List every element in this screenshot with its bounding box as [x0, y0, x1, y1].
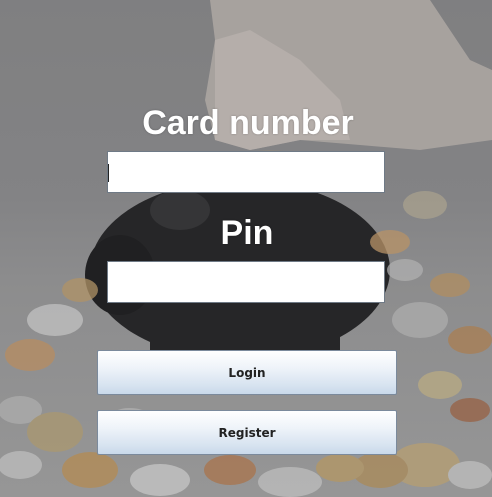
card-number-input[interactable]	[107, 151, 385, 193]
register-button[interactable]: Register	[97, 410, 397, 455]
login-button[interactable]: Login	[97, 350, 397, 395]
text-caret	[108, 164, 109, 182]
pin-input[interactable]	[107, 261, 385, 303]
pin-label: Pin	[220, 214, 274, 252]
card-number-label: Card number	[142, 104, 354, 142]
